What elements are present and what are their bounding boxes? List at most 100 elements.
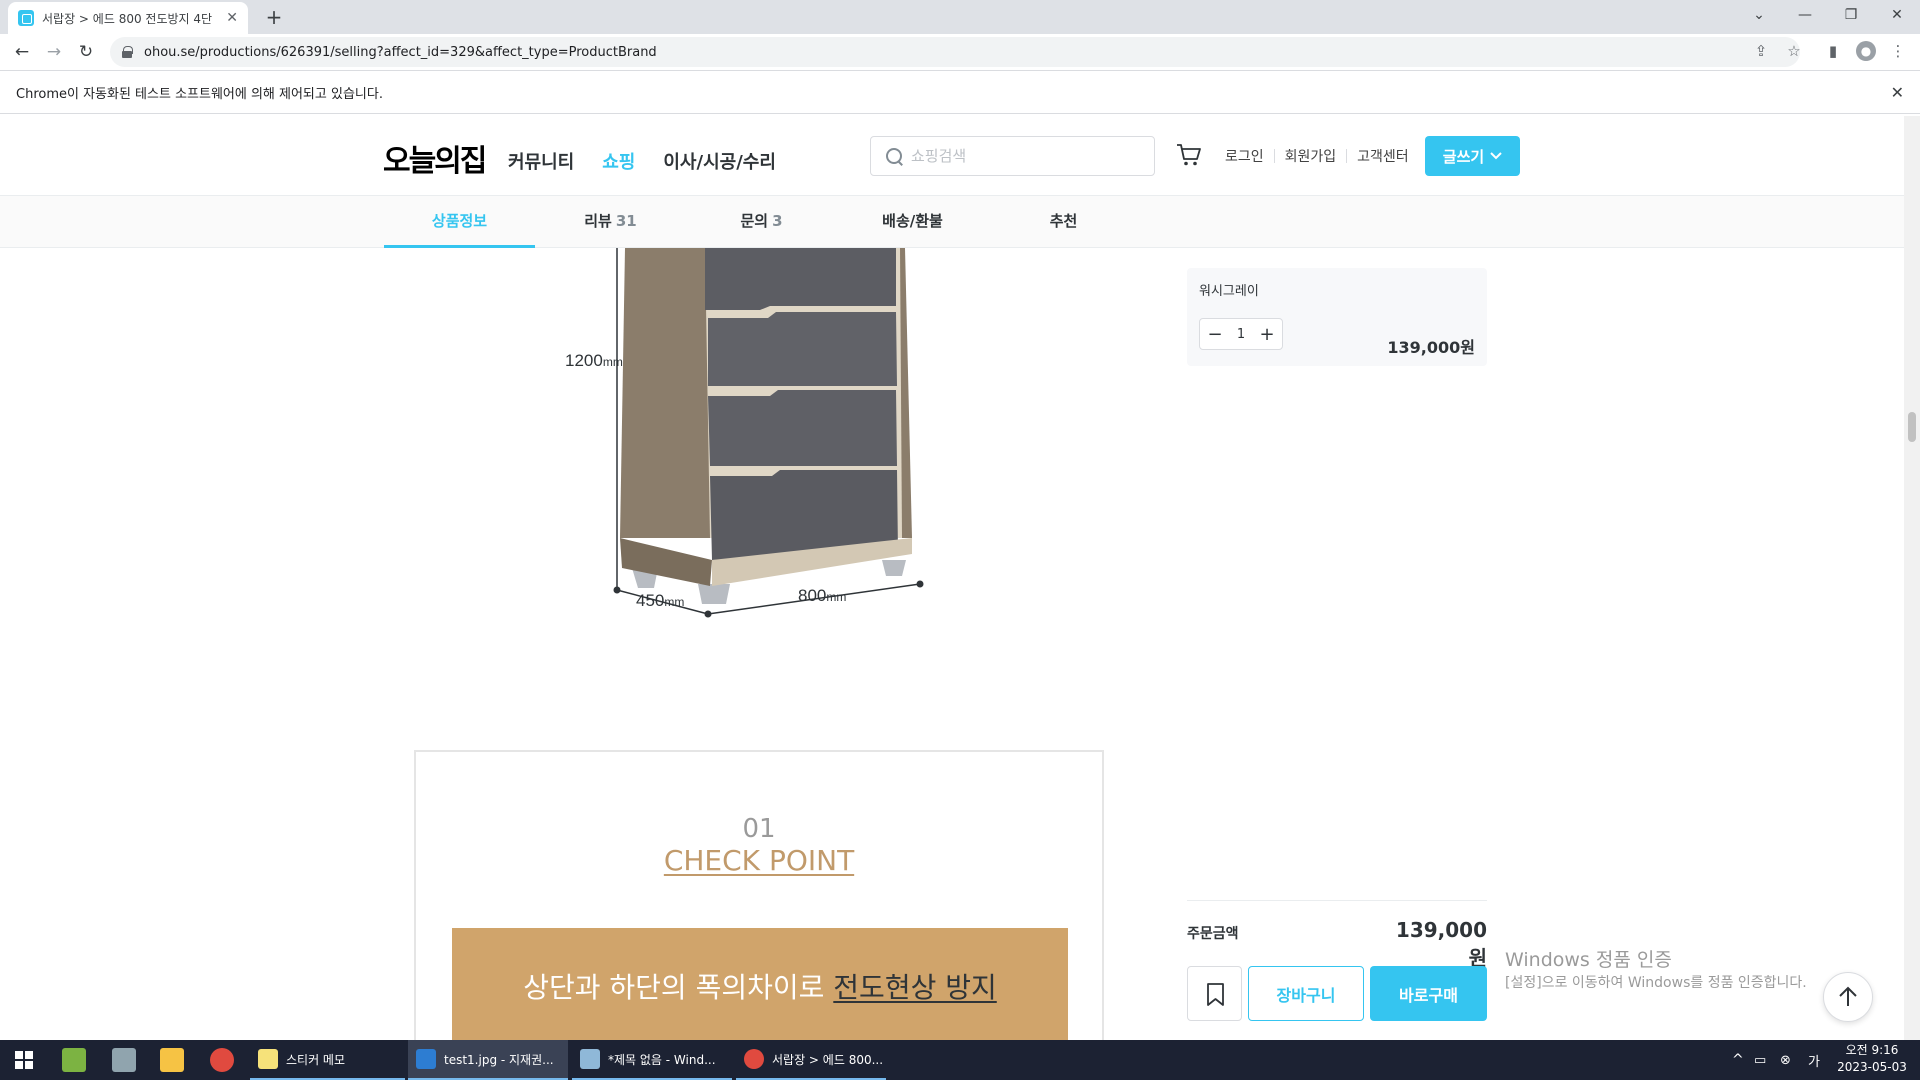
activation-watermark-title: Windows 정품 인증 [1505, 949, 1672, 971]
forward-arrow-icon[interactable]: → [42, 40, 66, 64]
depth-label: 450mm [636, 591, 684, 610]
restore-button[interactable]: ❐ [1828, 0, 1874, 30]
nav-moving-construction[interactable]: 이사/시공/수리 [663, 148, 776, 174]
tab-close-icon[interactable]: ✕ [226, 10, 238, 26]
drawer [708, 390, 897, 466]
taskbar-app-chrome[interactable]: 서랍장 > 에드 800... [736, 1040, 886, 1080]
chrome-icon[interactable] [210, 1048, 234, 1072]
plus-icon[interactable]: + [1258, 324, 1276, 345]
minimize-button[interactable]: — [1782, 0, 1828, 30]
taskbar-app-image-viewer[interactable]: test1.jpg - 지재권... [408, 1040, 568, 1080]
taskbar-app-label: 서랍장 > 에드 800... [772, 1052, 884, 1067]
sticky-notes-icon [258, 1049, 278, 1069]
checkpoint-number: 01 [742, 814, 776, 844]
scrollbar-thumb[interactable] [1908, 412, 1916, 442]
minus-icon[interactable]: − [1206, 324, 1224, 345]
buy-now-button[interactable]: 바로구매 [1370, 966, 1487, 1021]
page-scrollbar[interactable] [1904, 116, 1920, 1040]
band-text-plain: 상단과 하단의 폭의차이로 [523, 971, 834, 1004]
cabinet-foot [698, 584, 730, 604]
browser-tab[interactable]: 서랍장 > 에드 800 전도방지 4단 ✕ [8, 2, 248, 34]
tab-label: 추천 [1049, 212, 1078, 230]
activation-watermark-text: [설정]으로 이동하여 Windows를 정품 인증합니다. [1505, 975, 1807, 991]
chrome-icon [744, 1049, 764, 1069]
url-text: ohou.se/productions/626391/selling?affec… [144, 44, 657, 60]
height-label: 1200mm [565, 351, 623, 370]
search-icon [885, 147, 903, 165]
maps-app-icon[interactable] [62, 1048, 86, 1072]
option-name: 워시그레이 [1199, 284, 1259, 299]
bookmark-icon [1207, 983, 1224, 1006]
divider [1273, 149, 1275, 163]
taskbar-clock[interactable]: 오전 9:16 2023-05-03 [1832, 1042, 1912, 1076]
taskbar-app-sticky-notes[interactable]: 스티커 메모 [250, 1040, 405, 1080]
back-arrow-icon[interactable]: ← [10, 40, 34, 64]
new-tab-button[interactable]: + [260, 4, 288, 30]
tray-chevron-up-icon[interactable]: ^ [1732, 1040, 1744, 1080]
product-subnav: 상품정보 리뷰 31 문의 3 배송/환불 추천 [0, 196, 1904, 248]
tab-label: 문의 [740, 212, 769, 230]
checkpoint-title: CHECK POINT [663, 844, 855, 877]
checkpoint-card: 01 CHECK POINT 상단과 하단의 폭의차이로 전도현상 방지 [414, 750, 1104, 1040]
reload-icon[interactable]: ↻ [74, 40, 98, 64]
tab-count: 3 [772, 212, 783, 230]
checkpoint-band: 상단과 하단의 폭의차이로 전도현상 방지 [452, 928, 1068, 1040]
infobar-close-icon[interactable]: ✕ [1891, 83, 1904, 102]
clock-time: 오전 9:16 [1845, 1043, 1899, 1057]
browser-toolbar: ← → ↻ ohou.se/productions/626391/selling… [0, 34, 1920, 70]
share-icon[interactable]: ⇪ [1751, 41, 1771, 61]
tab-label: 리뷰 [584, 212, 612, 230]
bookmark-star-icon[interactable]: ☆ [1784, 41, 1804, 61]
notepad-icon [580, 1049, 600, 1069]
browser-tab-strip: 서랍장 > 에드 800 전도방지 4단 ✕ + ⌄ — ❐ ✕ [0, 0, 1920, 34]
menu-kebab-icon[interactable]: ⋮ [1888, 41, 1908, 61]
write-button[interactable]: 글쓰기 [1425, 136, 1520, 176]
windows-start-icon[interactable] [0, 1040, 48, 1080]
photo-app-icon[interactable] [112, 1048, 136, 1072]
bookmark-button[interactable] [1187, 966, 1242, 1021]
automation-infobar: Chrome이 자동화된 테스트 소프트웨어에 의해 제어되고 있습니다. ✕ [0, 70, 1920, 114]
band-text-emphasis: 전도현상 방지 [833, 971, 997, 1004]
scroll-top-button[interactable] [1823, 972, 1873, 1022]
tab-product-info[interactable]: 상품정보 [384, 196, 535, 248]
total-divider [1187, 900, 1487, 901]
tab-search-chevron-icon[interactable]: ⌄ [1736, 0, 1782, 30]
signup-link[interactable]: 회원가입 [1285, 146, 1337, 166]
customer-center-link[interactable]: 고객센터 [1357, 146, 1409, 166]
tab-label: 상품정보 [431, 212, 488, 230]
tab-recommend[interactable]: 추천 [988, 196, 1139, 248]
cabinet-side-base [620, 538, 712, 586]
volume-muted-icon[interactable]: ⊗ [1780, 1040, 1791, 1080]
tab-inquiries[interactable]: 문의 3 [686, 196, 837, 248]
side-panel-icon[interactable]: ▮ [1823, 41, 1843, 61]
search-box[interactable] [870, 136, 1155, 176]
nav-community[interactable]: 커뮤니티 [508, 148, 574, 174]
ime-icon[interactable]: 가 [1808, 1040, 1820, 1080]
quantity-value[interactable]: 1 [1237, 327, 1245, 342]
nav-shopping[interactable]: 쇼핑 [602, 148, 635, 174]
selected-option-box: 워시그레이 − 1 + 139,000원 [1187, 268, 1487, 366]
network-icon[interactable]: ▭ [1754, 1040, 1766, 1080]
close-window-button[interactable]: ✕ [1874, 0, 1920, 30]
tab-shipping-refund[interactable]: 배송/환불 [837, 196, 988, 248]
address-bar[interactable]: ohou.se/productions/626391/selling?affec… [110, 37, 1800, 67]
total-label: 주문금액 [1187, 926, 1239, 942]
dimension-point [916, 580, 924, 588]
site-header: 오늘의집 커뮤니티 쇼핑 이사/시공/수리 로그인 회원가입 고객센터 글쓰기 [0, 116, 1904, 196]
cart-icon[interactable] [1176, 143, 1202, 167]
add-to-cart-button[interactable]: 장바구니 [1248, 966, 1364, 1021]
profile-avatar-icon[interactable]: ● [1856, 41, 1876, 61]
site-logo[interactable]: 오늘의집 [383, 136, 487, 180]
taskbar-app-notepad[interactable]: *제목 없음 - Wind... [572, 1040, 732, 1080]
search-input[interactable] [911, 147, 1131, 165]
tab-title: 서랍장 > 에드 800 전도방지 4단 [42, 11, 213, 26]
tab-reviews[interactable]: 리뷰 31 [535, 196, 686, 248]
login-link[interactable]: 로그인 [1225, 146, 1264, 166]
taskbar-app-label: *제목 없음 - Wind... [608, 1052, 716, 1067]
user-links: 로그인 회원가입 고객센터 [1225, 146, 1409, 166]
file-explorer-icon[interactable] [160, 1048, 184, 1072]
product-dimension-image: 1200mm 450mm 800mm [565, 248, 924, 618]
drawer [705, 248, 896, 310]
clock-date: 2023-05-03 [1837, 1060, 1907, 1074]
cabinet-foot [882, 560, 906, 576]
